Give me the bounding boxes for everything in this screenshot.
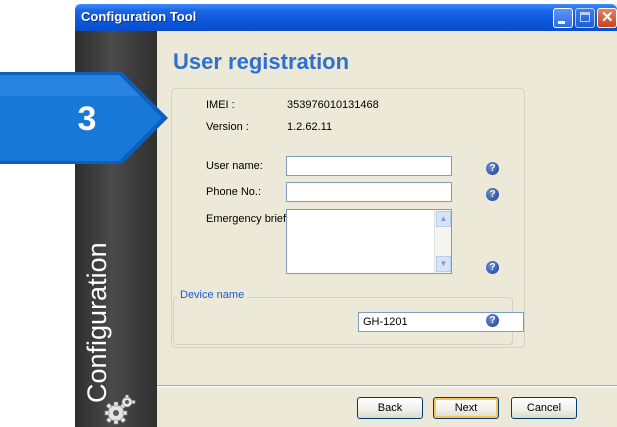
device-name-legend: Device name	[177, 289, 248, 301]
close-button[interactable]: ✕	[597, 8, 617, 28]
gears-icon	[104, 394, 136, 425]
phone-label: Phone No.:	[206, 186, 262, 198]
step-number: 3	[77, 100, 97, 138]
maximize-icon	[580, 12, 590, 22]
configuration-tool-window: Configuration Tool ✕ Configuration User …	[75, 4, 617, 427]
cancel-button[interactable]: Cancel	[511, 397, 577, 419]
version-value: 1.2.62.11	[287, 121, 333, 133]
device-name-input[interactable]	[358, 312, 524, 332]
version-label: Version :	[206, 121, 249, 133]
maximize-button[interactable]	[575, 8, 595, 28]
imei-value: 353976010131468	[287, 99, 379, 111]
imei-label: IMEI :	[206, 99, 235, 111]
user-name-input[interactable]	[286, 156, 452, 176]
user-name-label: User name:	[206, 160, 263, 172]
content-area: User registration IMEI : 353976010131468…	[157, 31, 617, 427]
help-icon[interactable]: ?	[486, 314, 499, 327]
close-icon: ✕	[601, 9, 614, 26]
minimize-button[interactable]	[553, 8, 573, 28]
next-button[interactable]: Next	[433, 397, 499, 419]
minimize-icon	[558, 21, 565, 24]
emergency-brief-label: Emergency brief:	[206, 213, 290, 225]
separator	[157, 385, 617, 387]
window-title: Configuration Tool	[81, 9, 197, 24]
help-icon[interactable]: ?	[486, 188, 499, 201]
title-bar[interactable]: Configuration Tool ✕	[75, 4, 617, 31]
scroll-down-icon[interactable]: ▼	[436, 256, 451, 272]
help-icon[interactable]: ?	[486, 261, 499, 274]
phone-input[interactable]	[286, 182, 452, 202]
page-title: User registration	[173, 49, 350, 74]
scroll-up-icon[interactable]: ▲	[436, 211, 451, 227]
emergency-brief-textarea[interactable]: ▲ ▼	[286, 209, 452, 274]
vertical-scrollbar[interactable]: ▲ ▼	[434, 210, 451, 273]
back-button[interactable]: Back	[357, 397, 423, 419]
help-icon[interactable]: ?	[486, 162, 499, 175]
